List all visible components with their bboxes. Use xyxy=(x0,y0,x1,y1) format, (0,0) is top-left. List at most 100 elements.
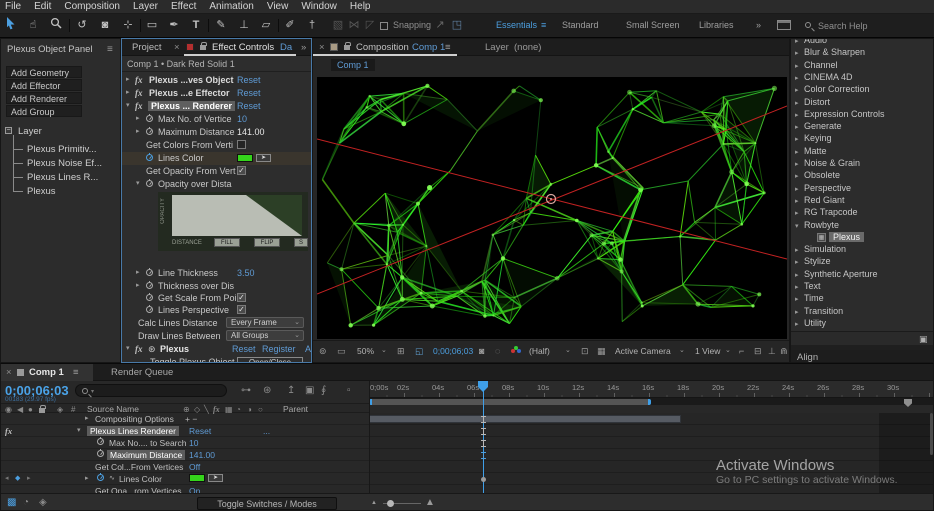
effects-category-blur-sharpen[interactable]: ▸ Blur & Sharpen xyxy=(791,47,933,59)
effect-name[interactable]: Plexus ...ves Object xyxy=(149,75,234,85)
add-effector-button[interactable]: Add Effector xyxy=(6,79,82,91)
twirl-icon[interactable]: ▸ xyxy=(795,160,799,168)
chevron-down-icon[interactable]: ⌄ xyxy=(381,346,387,354)
layer-duration-bar[interactable] xyxy=(369,415,681,423)
chevron-down-icon[interactable]: ⌄ xyxy=(725,346,731,354)
stopwatch-icon[interactable] xyxy=(97,437,104,445)
row-value[interactable]: 10 xyxy=(189,438,198,448)
tab-comp1[interactable]: × Comp 1 ≡ xyxy=(1,364,93,381)
add-renderer-button[interactable]: Add Renderer xyxy=(6,92,82,104)
twirl-icon[interactable]: ▸ xyxy=(795,123,799,131)
color-swatch[interactable] xyxy=(189,474,205,482)
property-row-opacity-over-distance[interactable]: ▾ Opacity over Dista xyxy=(122,178,311,191)
prev-keyframe-icon[interactable]: ◂ xyxy=(5,474,9,482)
add-geometry-button[interactable]: Add Geometry xyxy=(6,66,82,78)
property-row-maximum-distance[interactable]: ▸ Maximum Distance 141.00 xyxy=(122,126,311,139)
workspace-small-screen[interactable]: Small Screen xyxy=(626,20,680,30)
reset-link[interactable]: Reset xyxy=(232,344,256,354)
stopwatch-icon[interactable] xyxy=(146,281,153,289)
effect-row-lines-renderer[interactable]: ▾ fx Plexus ... Renderer Reset xyxy=(122,100,311,113)
calc-lines-dropdown[interactable]: Every Frame ⌄ xyxy=(226,317,304,328)
menu-view[interactable]: View xyxy=(267,1,289,12)
graph-plot[interactable] xyxy=(172,195,302,236)
property-row-lines-perspective[interactable]: Lines Perspective ✓ xyxy=(122,304,311,317)
effect-name[interactable]: Plexus ...e Effector xyxy=(149,88,230,98)
panel-menu-icon[interactable]: ≡ xyxy=(73,367,79,378)
menu-help[interactable]: Help xyxy=(350,1,371,12)
eraser-tool-icon[interactable]: ▱ xyxy=(258,17,274,34)
reset-link[interactable]: Reset xyxy=(237,75,261,85)
region-of-interest-icon[interactable]: ⊡ xyxy=(581,346,589,357)
opacity-distance-graph[interactable]: OPACITY DISTANCE FILL FLIP S xyxy=(158,192,308,251)
timeline-zoom-knob[interactable] xyxy=(387,500,394,507)
effects-item-plexus[interactable]: ▦ Plexus xyxy=(791,231,933,244)
color-swatch[interactable] xyxy=(237,154,253,162)
effect-row-noise-effector[interactable]: ▸ fx Plexus ...e Effector Reset xyxy=(122,87,311,100)
checkbox-checked[interactable]: ✓ xyxy=(237,166,246,175)
more-link[interactable]: ... xyxy=(263,426,270,436)
close-icon[interactable]: × xyxy=(319,42,325,53)
property-row-toggle-plexus[interactable]: Toggle Plexus Object Open/Close xyxy=(122,356,311,362)
reset-link[interactable]: Reset xyxy=(189,426,211,436)
tree-item-plexus[interactable]: Plexus xyxy=(27,186,56,197)
eyedropper-icon[interactable]: ➤ xyxy=(256,154,271,162)
stopwatch-icon[interactable] xyxy=(146,268,153,276)
register-link[interactable]: Register xyxy=(262,344,296,354)
shy-layers-icon[interactable]: ↥ xyxy=(287,385,295,396)
menu-window[interactable]: Window xyxy=(301,1,337,12)
stopwatch-icon-active[interactable] xyxy=(146,153,153,161)
view-layout-dropdown[interactable]: 1 View xyxy=(695,346,720,356)
twirl-icon[interactable]: ▸ xyxy=(795,197,799,205)
pixel-correction-icon[interactable]: ⌐ xyxy=(739,346,744,356)
workspace-more-icon[interactable]: » xyxy=(756,20,761,30)
preview-monitor-icon[interactable]: ▭ xyxy=(337,346,346,357)
twirl-icon[interactable]: ▸ xyxy=(795,271,799,279)
tab-render-queue[interactable]: Render Queue xyxy=(111,367,173,378)
panel-menu-icon[interactable]: ≡ xyxy=(445,42,451,53)
clone-stamp-tool-icon[interactable]: ⊥ xyxy=(236,17,252,34)
effects-category-keying[interactable]: ▸ Keying xyxy=(791,133,933,145)
property-row-line-thickness[interactable]: ▸ Line Thickness 3.50 xyxy=(122,267,311,280)
snapshot-camera-icon[interactable]: ◙ xyxy=(479,346,484,356)
hand-tool-icon[interactable]: ☝ xyxy=(25,17,41,34)
property-row-draw-lines[interactable]: Draw Lines Between All Groups ⌄ xyxy=(122,330,311,343)
comp-breadcrumb-chip[interactable]: Comp 1 xyxy=(331,59,375,71)
comp-flowchart-icon[interactable]: ⋒ xyxy=(780,346,788,357)
chevron-down-icon[interactable]: ⌄ xyxy=(679,346,685,354)
add-group-button[interactable]: Add Group xyxy=(6,105,82,117)
show-snapshot-icon[interactable]: ◌ xyxy=(495,346,500,356)
flip-button[interactable]: FLIP xyxy=(254,238,280,247)
tree-item-plexus-primitives[interactable]: Plexus Primitiv... xyxy=(27,144,97,155)
workspace-menu-icon[interactable]: ≡ xyxy=(541,20,546,30)
pan-behind-tool-icon[interactable]: ⊹ xyxy=(120,17,136,34)
effects-category-stylize[interactable]: ▸ Stylize xyxy=(791,256,933,268)
keyframe-ibeam[interactable] xyxy=(481,428,486,435)
tab-composition[interactable]: Composition xyxy=(356,42,409,53)
comp-mini-flowchart-icon[interactable]: ⊶ xyxy=(241,385,251,396)
composition-viewport[interactable] xyxy=(316,77,788,339)
frame-blending-icon[interactable]: ▣ xyxy=(305,385,314,396)
effects-category-generate[interactable]: ▸ Generate xyxy=(791,121,933,133)
close-icon[interactable]: × xyxy=(6,367,12,378)
stopwatch-icon[interactable] xyxy=(146,179,153,187)
new-preset-icon[interactable]: ▣ xyxy=(919,334,928,345)
stopwatch-icon[interactable] xyxy=(146,293,153,301)
roto-brush-tool-icon[interactable]: ✐ xyxy=(282,17,298,34)
twirl-icon[interactable]: ▸ xyxy=(795,49,799,57)
twirl-icon[interactable]: ▸ xyxy=(795,308,799,316)
zoom-in-mountain-icon[interactable]: ▲ xyxy=(425,497,435,508)
keyframe-ibeam[interactable] xyxy=(481,416,486,423)
toggle-switches-modes-button[interactable]: Toggle Switches / Modes xyxy=(197,497,337,510)
twirl-icon[interactable]: ▸ xyxy=(795,86,799,94)
effects-category-rowbyte[interactable]: ▾ Rowbyte xyxy=(791,220,933,232)
twirl-icon[interactable]: ▸ xyxy=(126,88,130,96)
effects-category-expression-controls[interactable]: ▸ Expression Controls xyxy=(791,109,933,121)
tree-item-plexus-noise[interactable]: Plexus Noise Ef... xyxy=(27,158,102,169)
brush-tool-icon[interactable]: ✎ xyxy=(213,17,229,34)
search-help-field[interactable]: Search Help xyxy=(818,21,868,31)
row-label-boxed[interactable]: Maximum Distance xyxy=(107,450,186,460)
row-value[interactable]: Off xyxy=(189,462,200,472)
camera-tool-icon[interactable]: ◙ xyxy=(97,17,113,34)
twirl-icon[interactable]: ▸ xyxy=(795,148,799,156)
twirl-icon[interactable]: ▾ xyxy=(795,222,799,230)
